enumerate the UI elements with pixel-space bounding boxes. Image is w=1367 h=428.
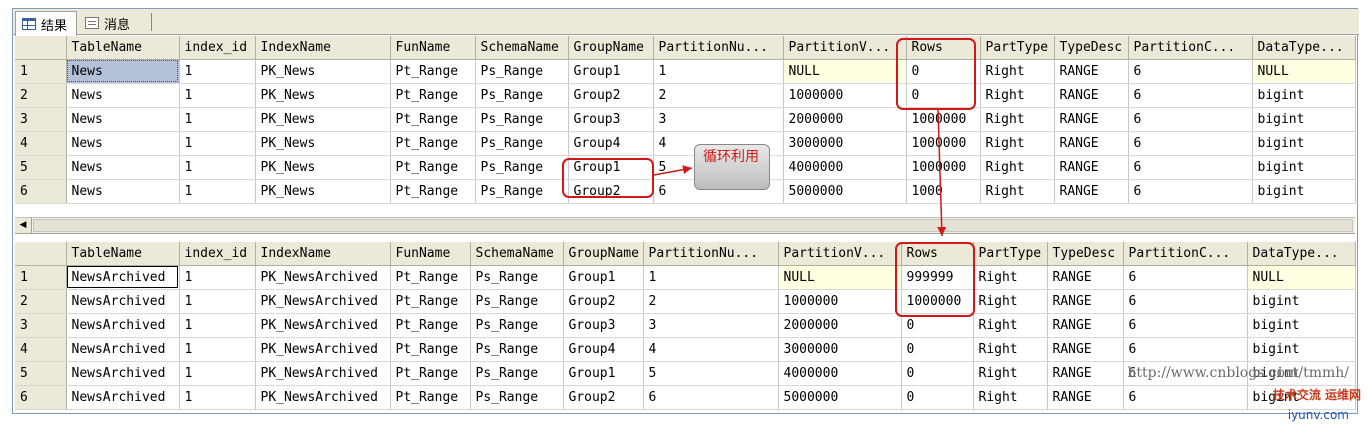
watermark-url: http://www.cnblogs.com/tmmh/ [1127, 365, 1349, 381]
annotation-callout: 循环利用 [694, 144, 770, 190]
arrow-to-callout [653, 165, 693, 176]
watermark-site: 技术交流 运维网 [1272, 388, 1361, 402]
arrow-rows-down [937, 109, 947, 237]
watermark-domain: iyunv.com [1287, 408, 1349, 422]
annotation-arrows [653, 109, 947, 237]
